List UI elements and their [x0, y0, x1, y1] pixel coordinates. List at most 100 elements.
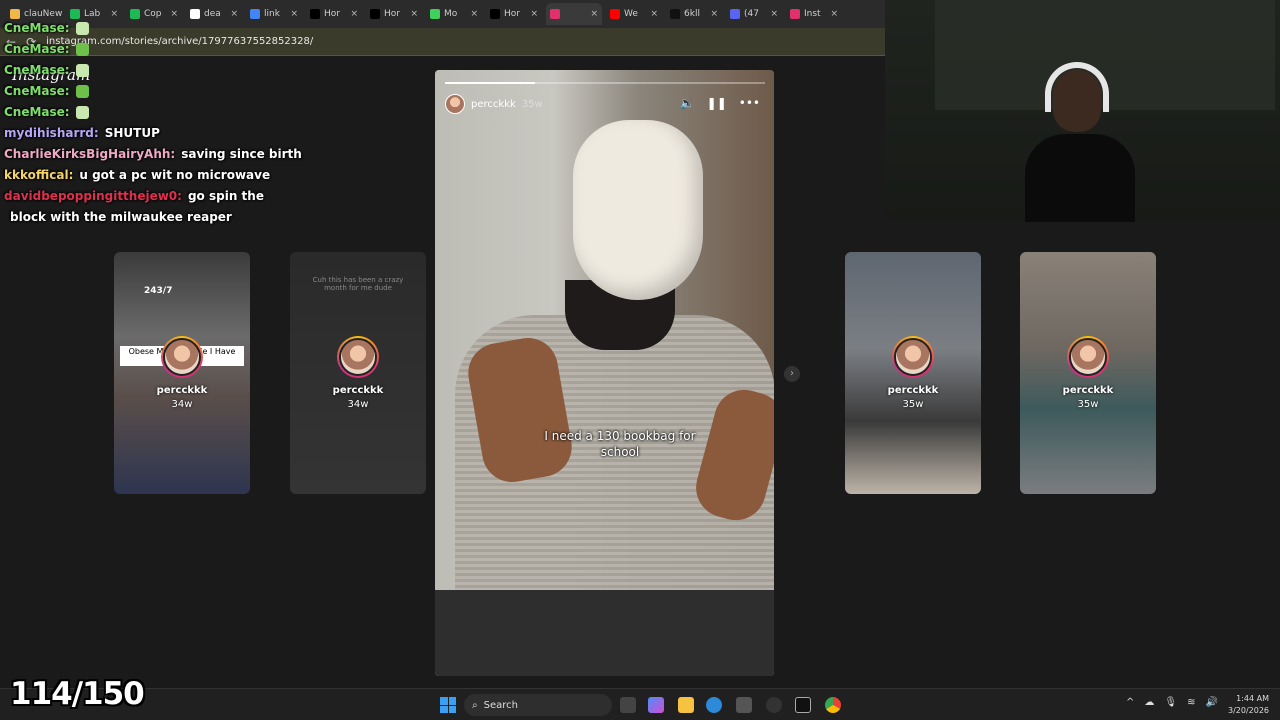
avatar [161, 336, 203, 378]
x-icon [310, 9, 320, 19]
chat-username: CneMase: [4, 63, 70, 77]
story-card-3[interactable]: percckkk 35w [845, 252, 981, 494]
instagram-icon [550, 9, 560, 19]
story-username[interactable]: percckkk [471, 99, 516, 110]
chat-username: davidbepoppingitthejew0: [4, 189, 182, 203]
chat-username: kkkoffical: [4, 168, 74, 182]
goal-counter: 114/150 [10, 676, 145, 712]
close-icon[interactable]: × [770, 9, 778, 19]
browser-tab[interactable]: Hor × [306, 3, 362, 25]
chat-text: u got a pc wit no microwave [79, 168, 271, 182]
chat-message: davidbepoppingitthejew0: go spin the [4, 186, 304, 207]
streamer [1025, 62, 1135, 222]
mic-icon[interactable]: 🎙 [1164, 697, 1177, 708]
store-icon[interactable] [736, 697, 752, 713]
x-icon [490, 9, 500, 19]
chat-message: CneMase: [4, 39, 304, 60]
youtube-icon [610, 9, 620, 19]
chat-message: CneMase: [4, 18, 304, 39]
system-tray: ^ ☁ 🎙 ≋ 🔊 [1126, 697, 1218, 708]
clock-time: 1:44 AM [1236, 694, 1270, 703]
story-header: percckkk 35w [445, 94, 543, 114]
tab-label: (47 [744, 9, 759, 19]
file-explorer-icon[interactable] [678, 697, 694, 713]
next-story-icon[interactable]: › [784, 366, 800, 382]
card-age: 34w [347, 399, 369, 410]
chat-text: go spin the [187, 189, 264, 203]
chat-message: kkkoffical: u got a pc wit no microwave [4, 165, 304, 186]
browser-tab[interactable]: Hor × [486, 3, 542, 25]
active-story[interactable]: percckkk 35w 🔈 ❚❚ ••• I need a 130 bookb… [435, 70, 774, 676]
story-age: 35w [521, 98, 543, 110]
chat-username: mydihisharrd: [4, 126, 99, 140]
close-icon[interactable]: × [470, 9, 478, 19]
chat-text: SHUTUP [104, 126, 160, 140]
avatar [1067, 336, 1109, 378]
chevron-up-icon[interactable]: ^ [1126, 697, 1134, 708]
x-icon [370, 9, 380, 19]
close-icon[interactable]: × [830, 9, 838, 19]
close-icon[interactable]: × [590, 9, 598, 19]
chat-username: CharlieKirksBigHairyAhh: [4, 147, 176, 161]
close-icon[interactable]: × [410, 9, 418, 19]
browser-tab[interactable]: Inst × [786, 3, 842, 25]
clock[interactable]: 1:44 AM 3/20/2026 [1228, 693, 1269, 717]
chrome-icon[interactable] [825, 697, 841, 713]
taskbar-search[interactable]: ⌕ Search [464, 694, 612, 716]
avatar [337, 336, 379, 378]
hockey-mask [573, 120, 703, 300]
close-icon[interactable]: × [710, 9, 718, 19]
roblox-icon[interactable] [795, 697, 811, 713]
wifi-icon[interactable]: ≋ [1187, 697, 1195, 708]
discord-icon [730, 9, 740, 19]
tab-label: Hor [504, 9, 520, 19]
browser-tab[interactable]: Mo × [426, 3, 482, 25]
browser-tab[interactable]: × [546, 3, 602, 25]
card-age: 34w [171, 399, 193, 410]
card-username: percckkk [156, 385, 208, 396]
story-card-2[interactable]: Cuh this has been a crazy month for me d… [290, 252, 426, 494]
chat-username: CneMase: [4, 84, 70, 98]
tiktok-icon [670, 9, 680, 19]
browser-tab[interactable]: 6kll × [666, 3, 722, 25]
tab-label: Mo [444, 9, 458, 19]
story-card-1[interactable]: 243/7 Obese Man Tells Me I Have L... ps … [114, 252, 250, 494]
tab-label: Inst [804, 9, 821, 19]
webcam-feed [885, 0, 1280, 222]
volume-icon[interactable]: 🔊 [1205, 697, 1217, 708]
stream-chat-overlay: CneMase: CneMase: CneMase: CneMase: CneMase:… [4, 18, 304, 228]
start-icon[interactable] [440, 697, 456, 713]
card-overlay-text: Cuh this has been a crazy month for me d… [312, 276, 404, 292]
tab-label: Hor [324, 9, 340, 19]
browser-tab[interactable]: We × [606, 3, 662, 25]
keyboard [435, 590, 774, 676]
story-progress-bar [445, 82, 765, 84]
more-options-icon[interactable]: ••• [739, 96, 760, 110]
instagram-icon [790, 9, 800, 19]
volume-icon[interactable]: 🔈 [680, 96, 695, 110]
search-icon: ⌕ [472, 699, 478, 711]
chat-message: block with the milwaukee reaper [4, 207, 304, 228]
avatar [892, 336, 934, 378]
close-icon[interactable]: × [350, 9, 358, 19]
card-username: percckkk [1062, 385, 1114, 396]
copilot-icon[interactable] [648, 697, 664, 713]
avatar[interactable] [445, 94, 465, 114]
onedrive-icon[interactable]: ☁ [1144, 697, 1154, 708]
browser-tab[interactable]: Hor × [366, 3, 422, 25]
card-username: percckkk [887, 385, 939, 396]
tab-label: Hor [384, 9, 400, 19]
edge-icon[interactable] [706, 697, 722, 713]
pause-icon[interactable]: ❚❚ [707, 96, 727, 110]
browser-tab[interactable]: (47 × [726, 3, 782, 25]
windows-taskbar: ⌕ Search ^ ☁ 🎙 ≋ 🔊 1:44 AM 3/20/2026 [0, 688, 1280, 720]
chat-username: CneMase: [4, 21, 70, 35]
emote-icon [75, 106, 89, 119]
close-icon[interactable]: × [650, 9, 658, 19]
story-card-4[interactable]: percckkk 35w [1020, 252, 1156, 494]
chat-message: mydihisharrd: SHUTUP [4, 123, 304, 144]
close-icon[interactable]: × [530, 9, 538, 19]
task-view-icon[interactable] [620, 697, 636, 713]
app-icon[interactable] [766, 697, 782, 713]
card-top-text: 243/7 [144, 286, 173, 296]
